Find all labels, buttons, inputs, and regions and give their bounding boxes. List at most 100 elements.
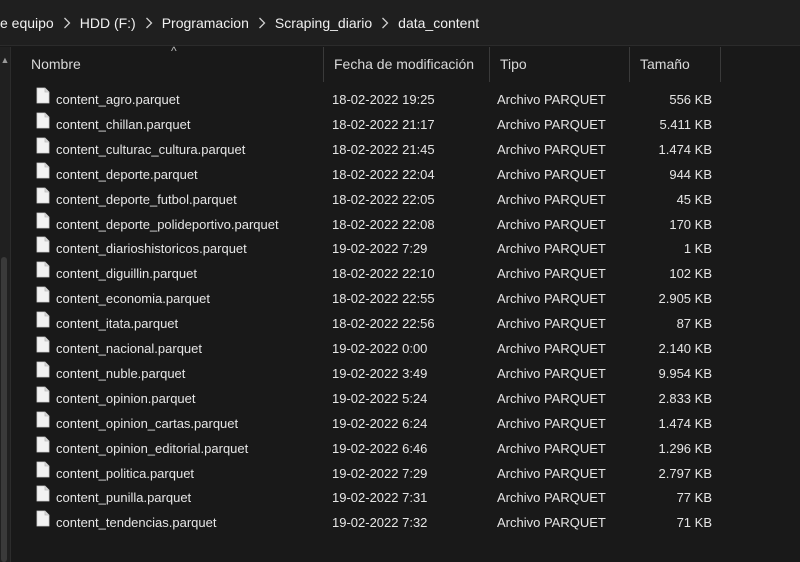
file-size: 9.954 KB [658,365,713,381]
file-date: 18-02-2022 21:45 [332,141,435,157]
column-header-type[interactable]: Tipo [490,47,630,82]
file-icon [36,137,50,154]
scroll-up-arrow-icon[interactable]: ▲ [0,55,10,65]
file-row[interactable]: content_culturac_cultura.parquet 18-02-20… [0,137,800,162]
file-date: 19-02-2022 7:31 [332,490,428,506]
file-row[interactable]: content_opinion_cartas.parquet 19-02-2022… [0,411,800,436]
file-row[interactable]: content_deporte_polideportivo.parquet 18-… [0,212,800,237]
file-type: Archivo PARQUET [497,316,606,332]
file-row[interactable]: content_nacional.parquet 19-02-2022 0:00 A… [0,336,800,361]
column-header-date[interactable]: Fecha de modificación [324,47,490,82]
sort-up-icon: ^ [171,44,177,58]
file-size: 556 KB [669,92,712,107]
file-size: 1 KB [683,241,712,257]
file-size: 77 KB [676,490,712,506]
file-date: 19-02-2022 0:00 [332,341,428,356]
file-name: content_punilla.parquet [56,490,192,506]
file-size: 5.411 KB [659,116,712,132]
file-icon [36,112,50,129]
breadcrumb-item-hdd[interactable]: HDD (F:) [80,15,136,31]
file-icon [36,261,50,278]
chevron-right-icon[interactable] [249,17,275,29]
file-type: Archivo PARQUET [497,515,606,531]
breadcrumb: e equipo HDD (F:) Programacion Scraping_… [0,0,800,46]
file-date: 18-02-2022 22:10 [332,266,435,282]
file-type: Archivo PARQUET [497,266,606,282]
file-row[interactable]: content_politica.parquet 19-02-2022 7:29 A… [0,461,800,486]
file-date: 18-02-2022 22:56 [332,316,435,332]
file-size: 1.474 KB [658,141,713,157]
file-size: 1.296 KB [658,440,713,456]
file-size: 2.140 KB [658,341,713,356]
breadcrumb-item-this-pc[interactable]: e equipo [0,15,54,31]
file-name: content_deporte_futbol.parquet [56,191,237,207]
file-size: 45 KB [676,191,712,207]
file-icon [36,311,50,328]
breadcrumb-item-data-content[interactable]: data_content [398,15,479,31]
file-type: Archivo PARQUET [497,141,606,157]
file-name: content_deporte_polideportivo.parquet [56,216,279,232]
file-row[interactable]: content_opinion.parquet 19-02-2022 5:24 Ar… [0,386,800,411]
file-row[interactable]: content_deporte.parquet 18-02-2022 22:04 A… [0,162,800,187]
file-date: 18-02-2022 22:05 [332,191,435,207]
file-type: Archivo PARQUET [497,490,606,506]
column-header-date-label: Fecha de modificación [334,56,475,72]
file-row[interactable]: content_opinion_editorial.parquet 19-02-2… [0,436,800,461]
file-size: 170 KB [669,216,712,232]
file-type: Archivo PARQUET [497,191,606,207]
file-type: Archivo PARQUET [497,390,606,406]
file-row[interactable]: content_deporte_futbol.parquet 18-02-2022… [0,187,800,212]
file-icon [36,236,50,253]
file-date: 18-02-2022 21:17 [332,116,435,132]
file-date: 18-02-2022 22:08 [332,216,435,232]
chevron-right-icon[interactable] [136,17,162,29]
file-name: content_agro.parquet [56,92,180,107]
file-name: content_politica.parquet [56,465,195,481]
file-date: 19-02-2022 7:29 [332,241,428,257]
file-icon [36,336,50,353]
file-size: 102 KB [669,266,712,282]
file-type: Archivo PARQUET [497,241,606,257]
chevron-right-icon[interactable] [54,17,80,29]
file-icon [36,436,50,453]
file-row[interactable]: content_punilla.parquet 19-02-2022 7:31 Ar… [0,485,800,510]
file-row[interactable]: content_diguillin.parquet 18-02-2022 22:1… [0,261,800,286]
file-icon [36,286,50,303]
file-icon [36,87,50,104]
file-row[interactable]: content_tendencias.parquet 19-02-2022 7:3… [0,510,800,535]
file-name: content_economia.parquet [56,291,210,307]
file-row[interactable]: content_nuble.parquet 19-02-2022 3:49 Arch… [0,361,800,386]
file-date: 18-02-2022 19:25 [332,92,435,107]
file-name: content_deporte.parquet [56,166,198,182]
file-type: Archivo PARQUET [497,440,606,456]
chevron-right-icon[interactable] [372,17,398,29]
file-name: content_itata.parquet [56,316,179,332]
file-size: 2.797 KB [658,465,713,481]
file-date: 19-02-2022 7:29 [332,465,428,481]
file-icon [36,162,50,179]
file-icon [36,361,50,378]
file-icon [36,461,50,478]
file-name: content_nuble.parquet [56,365,186,381]
file-size: 87 KB [676,316,712,332]
file-icon [36,485,50,502]
file-icon [36,212,50,229]
breadcrumb-item-scraping-diario[interactable]: Scraping_diario [275,15,372,31]
file-row[interactable]: content_itata.parquet 18-02-2022 22:56 Arc… [0,311,800,336]
file-icon [36,411,50,428]
column-header-size[interactable]: Tamaño [630,47,721,82]
file-row[interactable]: content_economia.parquet 18-02-2022 22:55… [0,286,800,311]
file-icon [36,187,50,204]
file-name: content_tendencias.parquet [56,515,217,531]
breadcrumb-item-programacion[interactable]: Programacion [162,15,249,31]
file-type: Archivo PARQUET [497,291,606,307]
file-date: 19-02-2022 3:49 [332,365,428,381]
column-header: ^ Nombre Fecha de modificación Tipo Tama… [21,44,721,82]
file-row[interactable]: content_chillan.parquet 18-02-2022 21:17 A… [0,112,800,137]
column-header-name[interactable]: ^ Nombre [21,44,324,82]
column-header-name-label: Nombre [31,56,81,72]
file-name: content_nacional.parquet [56,341,203,356]
file-row[interactable]: content_agro.parquet 18-02-2022 19:25 Arch… [0,87,800,112]
file-size: 71 KB [676,515,712,531]
file-row[interactable]: content_diarioshistoricos.parquet 19-02-2… [0,236,800,261]
